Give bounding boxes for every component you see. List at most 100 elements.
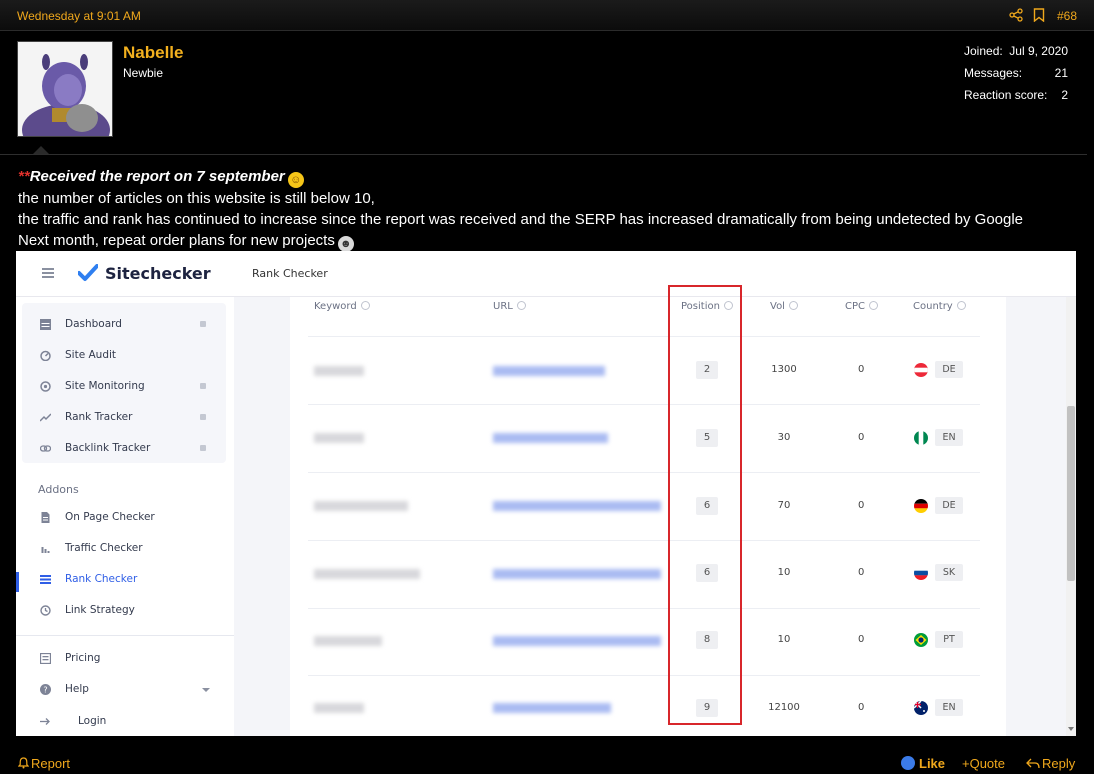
avatar-image	[18, 42, 112, 136]
blurred-keyword	[314, 636, 382, 646]
nerd-emoji-icon: ☻	[337, 236, 354, 252]
quote-button[interactable]: +Quote	[962, 756, 1005, 771]
trend-icon	[40, 413, 51, 422]
blurred-keyword	[314, 433, 364, 443]
country-code: SK	[935, 564, 963, 581]
nav-item-login: Login	[22, 710, 226, 734]
share-icon[interactable]	[1009, 8, 1023, 22]
avatar[interactable]	[17, 41, 113, 137]
history-icon	[40, 605, 51, 616]
link-icon	[40, 445, 51, 452]
stat-label: Messages:	[964, 66, 1023, 80]
cpc-value: 0	[858, 432, 865, 443]
country-code: DE	[935, 497, 963, 514]
nav-label: On Page Checker	[65, 511, 155, 523]
lock-icon	[200, 414, 206, 420]
row-divider	[308, 675, 980, 676]
page-icon	[41, 512, 50, 523]
reply-label: Reply	[1042, 756, 1076, 771]
username[interactable]: Nabelle	[123, 43, 183, 63]
nav-label: Login	[78, 715, 107, 727]
nav-group-main: Dashboard Site Audit Site Monitoring Ran…	[22, 303, 226, 463]
column-label: Country	[913, 301, 953, 312]
like-label: Like	[919, 756, 946, 771]
nav-item-pricing: Pricing	[22, 647, 226, 671]
message-line: Next month, repeat order plans for new p…	[18, 232, 335, 249]
scroll-down-arrow-icon[interactable]	[1068, 727, 1074, 731]
nav-item-backlink-tracker: Backlink Tracker	[22, 437, 226, 461]
nav-label: Help	[65, 683, 89, 695]
report-button[interactable]: Report	[17, 756, 70, 771]
scrollbar-thumb[interactable]	[1067, 406, 1075, 581]
row-divider	[308, 404, 980, 405]
cpc-value: 0	[858, 567, 865, 578]
blurred-keyword	[314, 366, 364, 376]
blurred-keyword	[314, 703, 364, 713]
blurred-url[interactable]	[493, 703, 611, 713]
nav-label: Traffic Checker	[65, 542, 143, 554]
reply-button[interactable]: Reply	[1026, 756, 1075, 771]
nav-item-site-audit: Site Audit	[22, 344, 226, 368]
nav-item-link-strategy: Link Strategy	[22, 599, 226, 623]
info-icon	[516, 301, 526, 310]
help-icon: ?	[40, 684, 51, 695]
info-icon	[956, 301, 966, 310]
post-number[interactable]: #68	[1057, 9, 1077, 23]
message-line: the number of articles on this website i…	[18, 190, 375, 207]
post-date[interactable]: Wednesday at 9:01 AM	[17, 9, 141, 23]
row-divider	[308, 336, 980, 337]
column-country: Country	[913, 301, 966, 312]
addons-heading: Addons	[38, 483, 79, 496]
cpc-value: 0	[858, 634, 865, 645]
svg-text:?: ?	[43, 686, 47, 695]
volume-value: 70	[777, 500, 791, 511]
post-header: Wednesday at 9:01 AM #68	[0, 0, 1094, 31]
nav-item-site-monitoring: Site Monitoring	[22, 375, 226, 399]
screenshot-sidebar: Dashboard Site Audit Site Monitoring Ran…	[16, 297, 234, 736]
germany-flag-icon	[914, 499, 928, 513]
volume-value: 10	[777, 567, 791, 578]
nav-label: Pricing	[65, 652, 101, 664]
blurred-url[interactable]	[493, 501, 661, 511]
message-heading: Received the report on 7 september	[29, 168, 285, 185]
nav-item-rank-checker: Rank Checker	[22, 568, 226, 592]
like-button[interactable]: Like	[901, 756, 945, 771]
gauge-icon	[40, 350, 51, 361]
country-code: EN	[935, 429, 963, 446]
position-column-highlight	[668, 285, 742, 725]
blurred-url[interactable]	[493, 366, 605, 376]
cpc-value: 0	[858, 364, 865, 375]
message-heading-line: **Received the report on 7 september ☺	[18, 166, 1078, 188]
column-label: CPC	[845, 301, 865, 312]
bars-icon	[41, 547, 50, 553]
blurred-url[interactable]	[493, 433, 608, 443]
stat-joined: Joined: Jul 9, 2020	[964, 44, 1068, 66]
blurred-url[interactable]	[493, 636, 661, 646]
message-stars: **	[18, 168, 30, 185]
bookmark-icon[interactable]	[1033, 8, 1045, 22]
blurred-url[interactable]	[493, 569, 661, 579]
slovakia-flag-icon	[914, 566, 928, 580]
screenshot-topbar: Sitechecker Rank Checker	[16, 251, 1076, 297]
blurred-keyword	[314, 501, 408, 511]
blurred-keyword	[314, 569, 420, 579]
austria-flag-icon	[914, 363, 928, 377]
lock-icon	[200, 321, 206, 327]
bell-icon	[17, 757, 30, 769]
nav-item-rank-tracker: Rank Tracker	[22, 406, 226, 430]
attached-screenshot[interactable]: Sitechecker Rank Checker Dashboard Site …	[16, 251, 1076, 736]
thumbs-up-icon	[901, 756, 915, 770]
column-vol: Vol	[770, 301, 798, 312]
sitechecker-logo-text: Sitechecker	[105, 264, 211, 283]
volume-value: 10	[777, 634, 791, 645]
stat-value: 2	[1061, 88, 1068, 102]
active-nav-indicator	[16, 572, 19, 592]
row-divider	[308, 608, 980, 609]
country-code: DE	[935, 361, 963, 378]
info-icon	[869, 301, 878, 310]
brazil-flag-icon	[914, 633, 928, 647]
list-icon	[40, 575, 51, 584]
column-label: Keyword	[314, 301, 357, 312]
stat-value[interactable]: 21	[1055, 66, 1068, 80]
nav-label: Site Monitoring	[65, 380, 145, 392]
